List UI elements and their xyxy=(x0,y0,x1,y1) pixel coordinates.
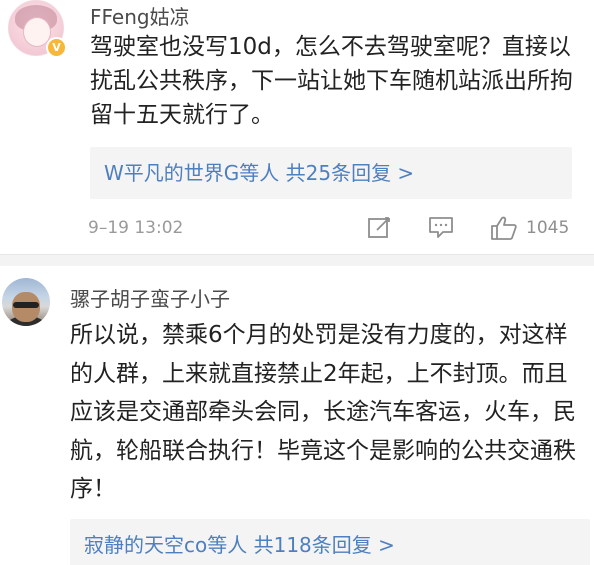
comment-item: V FFeng姑凉 驾驶室也没写10d，怎么不去驾驶室呢？直接以扰乱公共秩序，下… xyxy=(0,0,594,254)
thumbs-up-icon xyxy=(491,216,517,240)
like-button[interactable] xyxy=(490,215,518,240)
weibo-comment-list: V FFeng姑凉 驾驶室也没写10d，怎么不去驾驶室呢？直接以扰乱公共秩序，下… xyxy=(0,0,594,565)
like-count: 1045 xyxy=(526,218,570,238)
username[interactable]: 骡子胡子蛮子小子 xyxy=(70,283,230,312)
comment-timestamp: 9–19 13:02 xyxy=(88,218,184,238)
username[interactable]: FFeng姑凉 xyxy=(90,1,190,30)
comment-text: 驾驶室也没写10d，怎么不去驾驶室呢？直接以扰乱公共秩序，下一站让她下车随机站派… xyxy=(90,34,573,128)
edit-share-icon xyxy=(368,217,390,238)
comment-item: 骡子胡子蛮子小子 所以说，禁乘6个月的处罚是没有力度的，对这样的人群，上来就直接… xyxy=(0,266,594,565)
reply-summary-box[interactable]: 寂静的天空co等人 共118条回复 > xyxy=(70,519,590,565)
reply-summary-box[interactable]: W平凡的世界G等人 共25条回复 > xyxy=(90,147,572,199)
reply-summary-link[interactable]: 寂静的天空co等人 共118条回复 > xyxy=(84,529,395,558)
share-button[interactable] xyxy=(367,215,393,239)
comment-icon xyxy=(429,217,453,238)
avatar[interactable] xyxy=(2,278,50,326)
avatar-glasses xyxy=(13,302,39,308)
comment-button[interactable] xyxy=(428,215,454,239)
comment-text: 所以说，禁乘6个月的处罚是没有力度的，对这样的人群，上来就直接禁止2年起，上不封… xyxy=(70,322,576,502)
reply-summary-link[interactable]: W平凡的世界G等人 共25条回复 > xyxy=(104,157,414,186)
verified-badge-icon: V xyxy=(46,37,67,58)
